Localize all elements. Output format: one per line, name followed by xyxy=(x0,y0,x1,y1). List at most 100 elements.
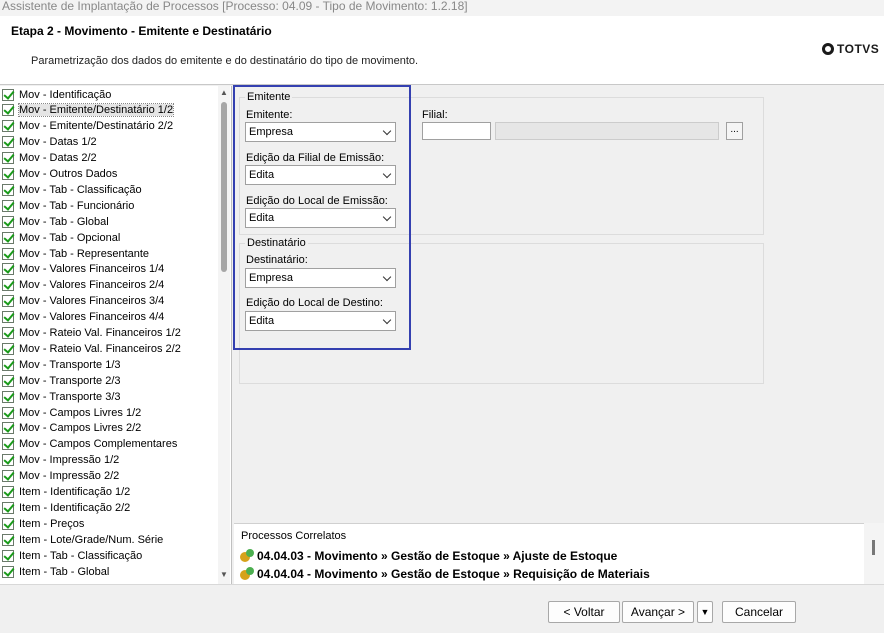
highlight-box xyxy=(233,85,411,350)
tree-scrollbar[interactable]: ▲ ▼ xyxy=(218,86,230,584)
wizard-header: Etapa 2 - Movimento - Emitente e Destina… xyxy=(0,16,884,85)
check-icon xyxy=(2,120,14,133)
tree-item-label: Mov - Valores Financeiros 4/4 xyxy=(19,311,165,324)
tree-item[interactable]: Mov - Valores Financeiros 4/4 xyxy=(2,310,164,325)
check-icon xyxy=(2,549,14,562)
tree-item-label: Mov - Campos Complementares xyxy=(19,438,178,451)
tree-item-label: Mov - Valores Financeiros 2/4 xyxy=(19,279,165,292)
tree-item[interactable]: Mov - Valores Financeiros 1/4 xyxy=(2,262,164,277)
scroll-down-icon[interactable]: ▼ xyxy=(220,570,228,579)
cancel-button[interactable]: Cancelar xyxy=(722,601,796,623)
check-icon xyxy=(2,422,14,435)
tree-item[interactable]: Mov - Transporte 1/3 xyxy=(2,357,121,372)
tree-item-label: Item - Tab - Classificação xyxy=(19,549,143,562)
totvs-logo-text: TOTVS xyxy=(837,42,880,56)
tree-item-label: Mov - Tab - Representante xyxy=(19,247,150,260)
wizard-footer: < Voltar Avançar > ▼ Cancelar xyxy=(0,584,884,633)
related-process-item[interactable]: 04.04.04 - Movimento » Gestão de Estoque… xyxy=(240,567,650,581)
tree-item[interactable]: Mov - Tab - Classificação xyxy=(2,182,142,197)
tree-item[interactable]: Mov - Transporte 3/3 xyxy=(2,389,121,404)
tree-item[interactable]: Mov - Campos Livres 1/2 xyxy=(2,405,141,420)
tree-item[interactable]: Mov - Rateio Val. Financeiros 1/2 xyxy=(2,326,181,341)
tree-item-label: Mov - Transporte 2/3 xyxy=(19,374,121,387)
check-icon xyxy=(2,374,14,387)
tree-scrollbar-thumb[interactable] xyxy=(221,102,227,272)
tree-item[interactable]: Mov - Tab - Representante xyxy=(2,246,149,261)
step-title: Etapa 2 - Movimento - Emitente e Destina… xyxy=(11,24,272,38)
totvs-logo-icon xyxy=(822,43,834,55)
check-icon xyxy=(2,454,14,467)
tree-item[interactable]: Mov - Emitente/Destinatário 1/2 xyxy=(2,103,175,118)
tree-item-label: Mov - Tab - Global xyxy=(19,215,109,228)
tree-item[interactable]: Item - Tab - Classificação xyxy=(2,548,142,563)
filial-lookup-button[interactable]: ... xyxy=(726,122,743,140)
related-processes-title: Processos Correlatos xyxy=(241,530,347,542)
tree-item-label: Item - Identificação 1/2 xyxy=(19,486,131,498)
check-icon xyxy=(2,486,14,498)
process-icon xyxy=(240,549,254,563)
check-icon xyxy=(2,517,14,530)
next-button[interactable]: Avançar > xyxy=(622,601,694,623)
tree-item[interactable]: Mov - Valores Financeiros 3/4 xyxy=(2,294,164,309)
check-icon xyxy=(2,358,14,371)
tree-item-label: Mov - Impressão 1/2 xyxy=(19,454,120,467)
tree-item-label: Mov - Impressão 2/2 xyxy=(19,470,120,483)
tree-item[interactable]: Mov - Impressão 2/2 xyxy=(2,469,119,484)
check-icon xyxy=(2,263,14,276)
tree-item[interactable]: Mov - Campos Livres 2/2 xyxy=(2,421,141,436)
check-icon xyxy=(2,565,14,578)
tree-item-label: Mov - Transporte 1/3 xyxy=(19,358,121,371)
tree-item-label: Mov - Campos Livres 2/2 xyxy=(19,422,142,435)
tree-item[interactable]: Mov - Tab - Funcionário xyxy=(2,198,134,213)
check-icon xyxy=(2,327,14,339)
back-button[interactable]: < Voltar xyxy=(548,601,620,623)
check-icon xyxy=(2,406,14,419)
tree-item[interactable]: Mov - Valores Financeiros 2/4 xyxy=(2,278,164,293)
related-process-label: 04.04.04 - Movimento » Gestão de Estoque… xyxy=(257,567,650,581)
related-process-item[interactable]: 04.04.03 - Movimento » Gestão de Estoque… xyxy=(240,549,617,563)
tree-item[interactable]: Mov - Tab - Global xyxy=(2,214,109,229)
filial-label: Filial: xyxy=(422,109,448,121)
check-icon xyxy=(2,295,14,308)
tree-item-label: Mov - Valores Financeiros 1/4 xyxy=(19,263,165,276)
tree-item[interactable]: Item - Tab - Global xyxy=(2,564,109,579)
check-icon xyxy=(2,88,14,101)
tree-item[interactable]: Item - Preços xyxy=(2,516,84,531)
check-icon xyxy=(2,247,14,260)
tree-item[interactable]: Mov - Impressão 1/2 xyxy=(2,453,119,468)
scroll-up-icon[interactable]: ▲ xyxy=(220,88,228,97)
check-icon xyxy=(2,501,14,514)
tree-item-label: Mov - Datas 1/2 xyxy=(19,136,97,149)
tree-item-label: Mov - Transporte 3/3 xyxy=(19,390,121,403)
tree-item[interactable]: Mov - Datas 1/2 xyxy=(2,135,97,150)
filial-name-field xyxy=(495,122,719,140)
tree-item[interactable]: Mov - Emitente/Destinatário 2/2 xyxy=(2,119,173,134)
check-icon xyxy=(2,533,14,546)
tree-item[interactable]: Item - Identificação 2/2 xyxy=(2,500,130,515)
tree-item[interactable]: Mov - Tab - Opcional xyxy=(2,230,120,245)
tree-item-label: Item - Identificação 2/2 xyxy=(19,501,131,514)
tree-item[interactable]: Mov - Campos Complementares xyxy=(2,437,177,452)
check-icon xyxy=(2,311,14,324)
filial-code-field[interactable] xyxy=(422,122,491,140)
check-icon xyxy=(2,279,14,292)
related-process-label: 04.04.03 - Movimento » Gestão de Estoque… xyxy=(257,549,618,563)
next-dropdown-button[interactable]: ▼ xyxy=(697,601,713,623)
tree-item[interactable]: Mov - Identificação xyxy=(2,87,111,102)
tree-item-label: Mov - Tab - Opcional xyxy=(19,231,121,244)
tree-item[interactable]: Mov - Rateio Val. Financeiros 2/2 xyxy=(2,341,181,356)
tree-item[interactable]: Item - Identificação 1/2 xyxy=(2,485,130,500)
related-scrollbar[interactable] xyxy=(864,523,884,584)
tree-item[interactable]: Mov - Datas 2/2 xyxy=(2,151,97,166)
totvs-logo: TOTVS xyxy=(822,42,879,56)
process-icon xyxy=(240,567,254,581)
tree-item[interactable]: Mov - Transporte 2/3 xyxy=(2,373,121,388)
check-icon xyxy=(2,168,14,180)
tree-item-label: Mov - Rateio Val. Financeiros 1/2 xyxy=(19,327,181,339)
window-title: Assistente de Implantação de Processos [… xyxy=(0,0,884,16)
check-icon xyxy=(2,152,14,165)
tree-item[interactable]: Mov - Outros Dados xyxy=(2,167,117,182)
tree-item[interactable]: Item - Lote/Grade/Num. Série xyxy=(2,532,163,547)
check-icon xyxy=(2,342,14,355)
check-icon xyxy=(2,438,14,451)
